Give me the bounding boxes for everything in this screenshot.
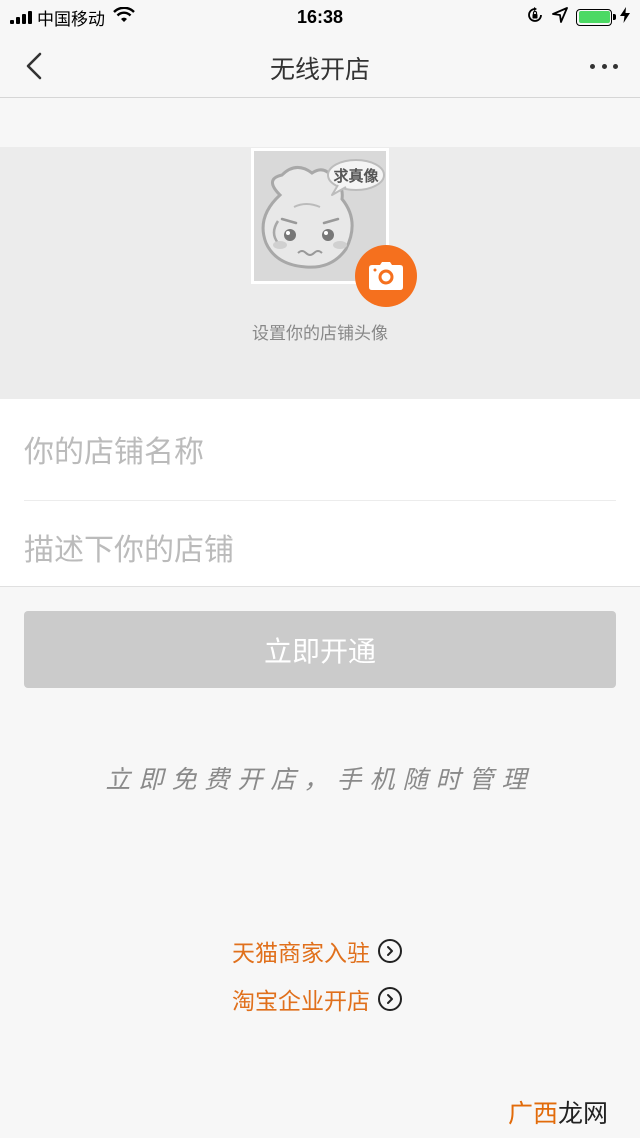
avatar-badge-text: 求真像 — [333, 167, 379, 185]
page-title: 无线开店 — [269, 55, 370, 84]
wifi-icon — [113, 6, 135, 28]
chevron-right-circle-icon — [378, 939, 402, 963]
battery-level — [578, 11, 610, 23]
status-bar: 中国移动 16:38 — [0, 0, 640, 34]
tmall-merchant-link-label: 天猫商家入驻 — [232, 941, 370, 967]
avatar-section: 求真像 设置你的店铺头像 — [0, 147, 640, 399]
camera-button[interactable] — [355, 245, 417, 307]
field-divider — [24, 500, 616, 501]
open-shop-button[interactable]: 立即开通 — [24, 611, 616, 688]
signal-icon — [10, 10, 32, 24]
chevron-right-circle-icon — [378, 987, 402, 1011]
slogan-text: 立即免费开店，手机随时管理 — [105, 765, 535, 794]
taobao-enterprise-link-label: 淘宝企业开店 — [232, 989, 370, 1015]
watermark-logo: 广西龙网 — [507, 1099, 608, 1128]
open-shop-button-label: 立即开通 — [263, 634, 376, 668]
location-icon — [552, 6, 568, 28]
nav-bar: 无线开店 — [0, 34, 640, 98]
taobao-enterprise-link[interactable]: 淘宝企业开店 — [232, 981, 402, 1017]
more-button[interactable] — [586, 56, 622, 76]
shop-form — [0, 399, 640, 587]
carrier-name: 中国移动 — [37, 9, 105, 30]
camera-icon — [369, 262, 403, 290]
avatar-caption: 设置你的店铺头像 — [252, 324, 388, 344]
battery-icon — [576, 8, 616, 26]
chevron-left-icon — [26, 52, 42, 80]
charging-icon — [620, 6, 630, 28]
rotation-lock-icon — [526, 6, 544, 29]
back-button[interactable] — [18, 48, 54, 84]
more-dots-icon — [590, 63, 595, 69]
tmall-merchant-link[interactable]: 天猫商家入驻 — [232, 933, 402, 969]
shop-description-input[interactable] — [24, 503, 616, 587]
shop-name-input[interactable] — [24, 409, 616, 495]
